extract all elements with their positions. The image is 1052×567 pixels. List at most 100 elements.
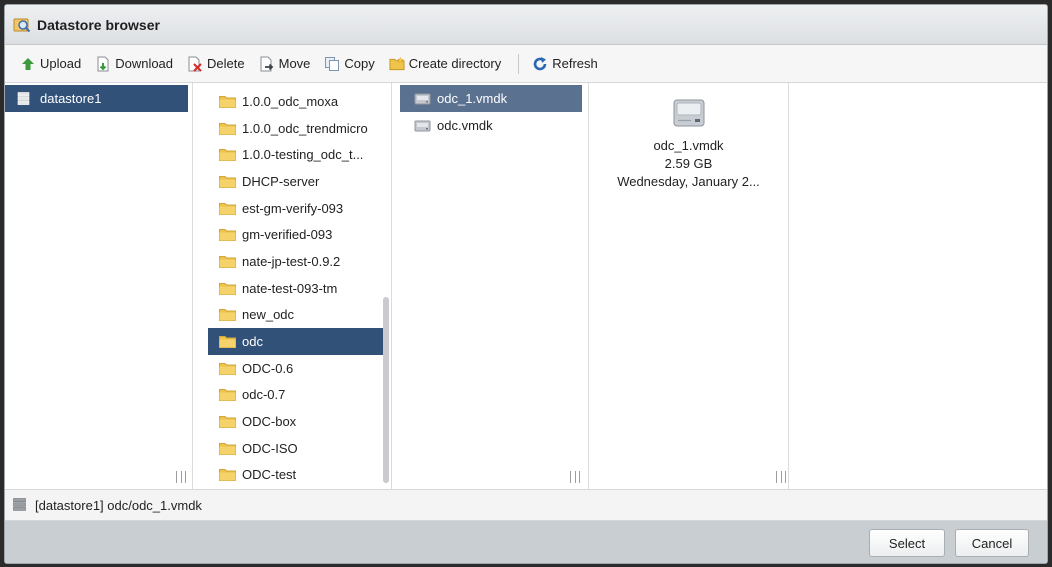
column-resize-grip[interactable] xyxy=(176,471,186,483)
toolbar-separator xyxy=(518,53,520,74)
list-item[interactable]: nate-jp-test-0.9.2 xyxy=(193,248,383,275)
move-icon xyxy=(259,56,275,72)
empty-column xyxy=(789,83,1047,489)
folder-icon xyxy=(219,122,236,135)
download-icon xyxy=(95,56,111,72)
list-item-label: est-gm-verify-093 xyxy=(242,200,344,216)
datastore-icon xyxy=(17,92,34,105)
list-item-label: odc xyxy=(242,334,263,350)
preview-file-size: 2.59 GB xyxy=(664,156,713,171)
folder-icon xyxy=(219,148,236,162)
folder-icon xyxy=(219,415,236,429)
folder-icon xyxy=(219,362,236,375)
toolbar: Upload Download Delete Move Copy Create … xyxy=(5,45,1047,83)
folder-icon xyxy=(219,255,236,268)
delete-button[interactable]: Delete xyxy=(182,51,250,77)
list-item[interactable]: est-gm-verify-093 xyxy=(193,195,383,222)
list-item[interactable]: new_odc xyxy=(193,302,383,329)
create-directory-button[interactable]: Create directory xyxy=(384,51,506,77)
selected-path: [datastore1] odc/odc_1.vmdk xyxy=(35,497,202,513)
upload-button[interactable]: Upload xyxy=(15,51,86,77)
datastore-column: datastore1 xyxy=(5,83,193,489)
list-item-label: ODC-0.6 xyxy=(242,360,294,376)
list-item-label: 1.0.0-testing_odc_t... xyxy=(242,147,364,163)
list-item-label: odc-0.7 xyxy=(242,387,286,403)
file-column: odc_1.vmdk odc.vmdk xyxy=(392,83,589,489)
dialog-footer: Select Cancel xyxy=(5,521,1047,563)
move-button[interactable]: Move xyxy=(254,51,316,77)
create-directory-label: Create directory xyxy=(408,56,502,71)
list-item[interactable]: odc-0.7 xyxy=(193,382,383,409)
list-item-label: 1.0.0_odc_moxa xyxy=(242,93,339,109)
disk-icon xyxy=(414,92,431,105)
folder-icon xyxy=(219,282,236,295)
refresh-label: Refresh xyxy=(552,56,598,71)
list-item[interactable]: DHCP-server xyxy=(193,168,383,195)
select-button[interactable]: Select xyxy=(869,529,945,557)
folder-icon xyxy=(219,228,236,242)
folder-scrollbar[interactable] xyxy=(383,297,389,483)
datastore-browser-dialog: Datastore browser Upload Download Delete… xyxy=(4,4,1048,564)
move-label: Move xyxy=(278,56,311,71)
cancel-button[interactable]: Cancel xyxy=(955,529,1029,557)
copy-icon xyxy=(324,56,340,72)
disk-icon xyxy=(673,99,704,127)
list-item[interactable]: nate-test-093-tm xyxy=(193,275,383,302)
list-item-label: nate-jp-test-0.9.2 xyxy=(242,253,341,269)
refresh-icon xyxy=(532,56,548,72)
list-item[interactable]: 1.0.0-testing_odc_t... xyxy=(193,141,383,168)
list-item[interactable]: ODC-test xyxy=(193,462,383,489)
copy-label: Copy xyxy=(344,56,375,71)
list-item-label: ODC-ISO xyxy=(242,440,298,456)
list-item-label: gm-verified-093 xyxy=(242,227,333,243)
folder-icon xyxy=(219,95,236,108)
delete-icon xyxy=(187,56,203,72)
list-item-label: DHCP-server xyxy=(242,173,320,189)
datastore-browser-icon xyxy=(13,16,31,34)
list-item[interactable]: ODC-ISO xyxy=(193,435,383,462)
browser-columns: datastore1 1.0.0_odc_moxa 1.0.0_odc_tren… xyxy=(5,83,1047,489)
column-resize-grip[interactable] xyxy=(776,471,786,483)
download-label: Download xyxy=(115,56,174,71)
folder-icon xyxy=(219,308,236,322)
list-item-selected[interactable]: odc xyxy=(208,328,383,355)
datastore-icon xyxy=(13,498,27,512)
title-bar: Datastore browser xyxy=(5,5,1047,45)
upload-icon xyxy=(20,56,36,72)
file-preview: odc_1.vmdk 2.59 GB Wednesday, January 2.… xyxy=(589,95,788,191)
list-item-label: odc_1.vmdk xyxy=(437,90,508,106)
list-item-label: new_odc xyxy=(242,307,295,323)
folder-icon xyxy=(219,442,236,455)
folder-icon xyxy=(219,468,236,482)
list-item[interactable]: ODC-0.6 xyxy=(193,355,383,382)
list-item-label: ODC-test xyxy=(242,467,297,483)
list-item-label: odc.vmdk xyxy=(437,117,493,133)
copy-button[interactable]: Copy xyxy=(319,51,379,77)
column-resize-grip[interactable] xyxy=(570,471,580,483)
window-title: Datastore browser xyxy=(37,16,160,33)
folder-icon xyxy=(219,388,236,402)
list-item-label: datastore1 xyxy=(40,90,102,106)
upload-label: Upload xyxy=(40,56,82,71)
folder-column: 1.0.0_odc_moxa 1.0.0_odc_trendmicro 1.0.… xyxy=(193,83,392,489)
list-item-label: nate-test-093-tm xyxy=(242,280,338,296)
list-item[interactable]: 1.0.0_odc_trendmicro xyxy=(193,115,383,142)
list-item-label: ODC-box xyxy=(242,414,297,430)
list-item[interactable]: gm-verified-093 xyxy=(193,221,383,248)
refresh-button[interactable]: Refresh xyxy=(527,51,603,77)
path-bar: [datastore1] odc/odc_1.vmdk xyxy=(5,489,1047,521)
preview-file-name: odc_1.vmdk xyxy=(653,138,724,153)
list-item[interactable]: odc.vmdk xyxy=(392,112,588,139)
list-item-selected[interactable]: odc_1.vmdk xyxy=(400,85,582,112)
list-item-datastore1[interactable]: datastore1 xyxy=(5,85,188,112)
list-item[interactable]: 1.0.0_odc_moxa xyxy=(193,88,383,115)
delete-label: Delete xyxy=(207,56,245,71)
folder-icon xyxy=(389,56,405,72)
folder-icon xyxy=(219,202,236,215)
list-item[interactable]: ODC-box xyxy=(193,408,383,435)
download-button[interactable]: Download xyxy=(90,51,178,77)
preview-file-modified: Wednesday, January 2... xyxy=(617,174,760,189)
folder-icon xyxy=(219,175,236,188)
disk-icon xyxy=(414,119,431,132)
list-item-label: 1.0.0_odc_trendmicro xyxy=(242,120,368,136)
